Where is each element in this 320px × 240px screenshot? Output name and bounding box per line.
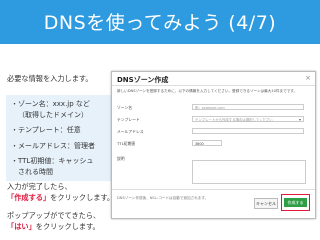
ttl-input[interactable]: 3600 (192, 140, 222, 146)
bullet-ttl: ・TTL初期値：キャッシュ される時間 (11, 157, 94, 176)
ttl-label: TTL初期値 (117, 141, 136, 146)
email-field[interactable] (192, 128, 304, 134)
dialog-title: DNSゾーン作成 (117, 76, 169, 84)
close-icon[interactable]: × (305, 74, 311, 82)
dns-zone-create-dialog: DNSゾーン作成 × 新しいDNSゾーンを登録するために、以下の情報を入力してく… (111, 71, 316, 219)
dialog-description: 新しいDNSゾーンを登録するために、以下の情報を入力してください。登録できるゾー… (117, 89, 298, 93)
bullet-template: ・テンプレート：任意 (11, 126, 81, 134)
memo-textarea[interactable] (192, 160, 306, 184)
info-box: ・ゾーン名：xxx.jp など （取得したドメイン） ・テンプレート：任意 ・メ… (6, 95, 112, 181)
cancel-button[interactable]: キャンセル (254, 198, 278, 209)
template-label: テンプレート (117, 117, 140, 122)
memo-label: 説明 (117, 156, 125, 161)
title-banner: DNSを使ってみよう (4/7) (0, 0, 320, 44)
dialog-divider (112, 85, 315, 86)
bullet-zone-name: ・ゾーン名：xxx.jp など （取得したドメイン） (11, 100, 90, 119)
create-button[interactable]: 作成する (284, 198, 307, 207)
instruction-confirm: ポップアップがでてきたら、 「はい」をクリックします。 (7, 211, 101, 231)
dialog-footer-divider (112, 189, 315, 190)
intro-text: 必要な情報を入力します。 (7, 74, 93, 83)
footer-note: DNSゾーン作成後、NSレコードは自動で追加されます。 (117, 196, 209, 200)
slide-title: DNSを使ってみよう (4/7) (43, 12, 277, 34)
email-label: メールアドレス (117, 129, 144, 134)
template-select[interactable]: テンプレートから作成する場合は選択してください ▾ (192, 116, 304, 122)
bullet-email: ・メールアドレス：管理者 (11, 141, 95, 150)
instruction-create: 入力が完了したら、 「作成する」をクリックします。 (7, 182, 115, 202)
zone-name-input[interactable]: 例：example.com (192, 104, 304, 110)
zone-name-label: ゾーン名 (117, 105, 132, 110)
chevron-down-icon: ▾ (298, 117, 301, 122)
